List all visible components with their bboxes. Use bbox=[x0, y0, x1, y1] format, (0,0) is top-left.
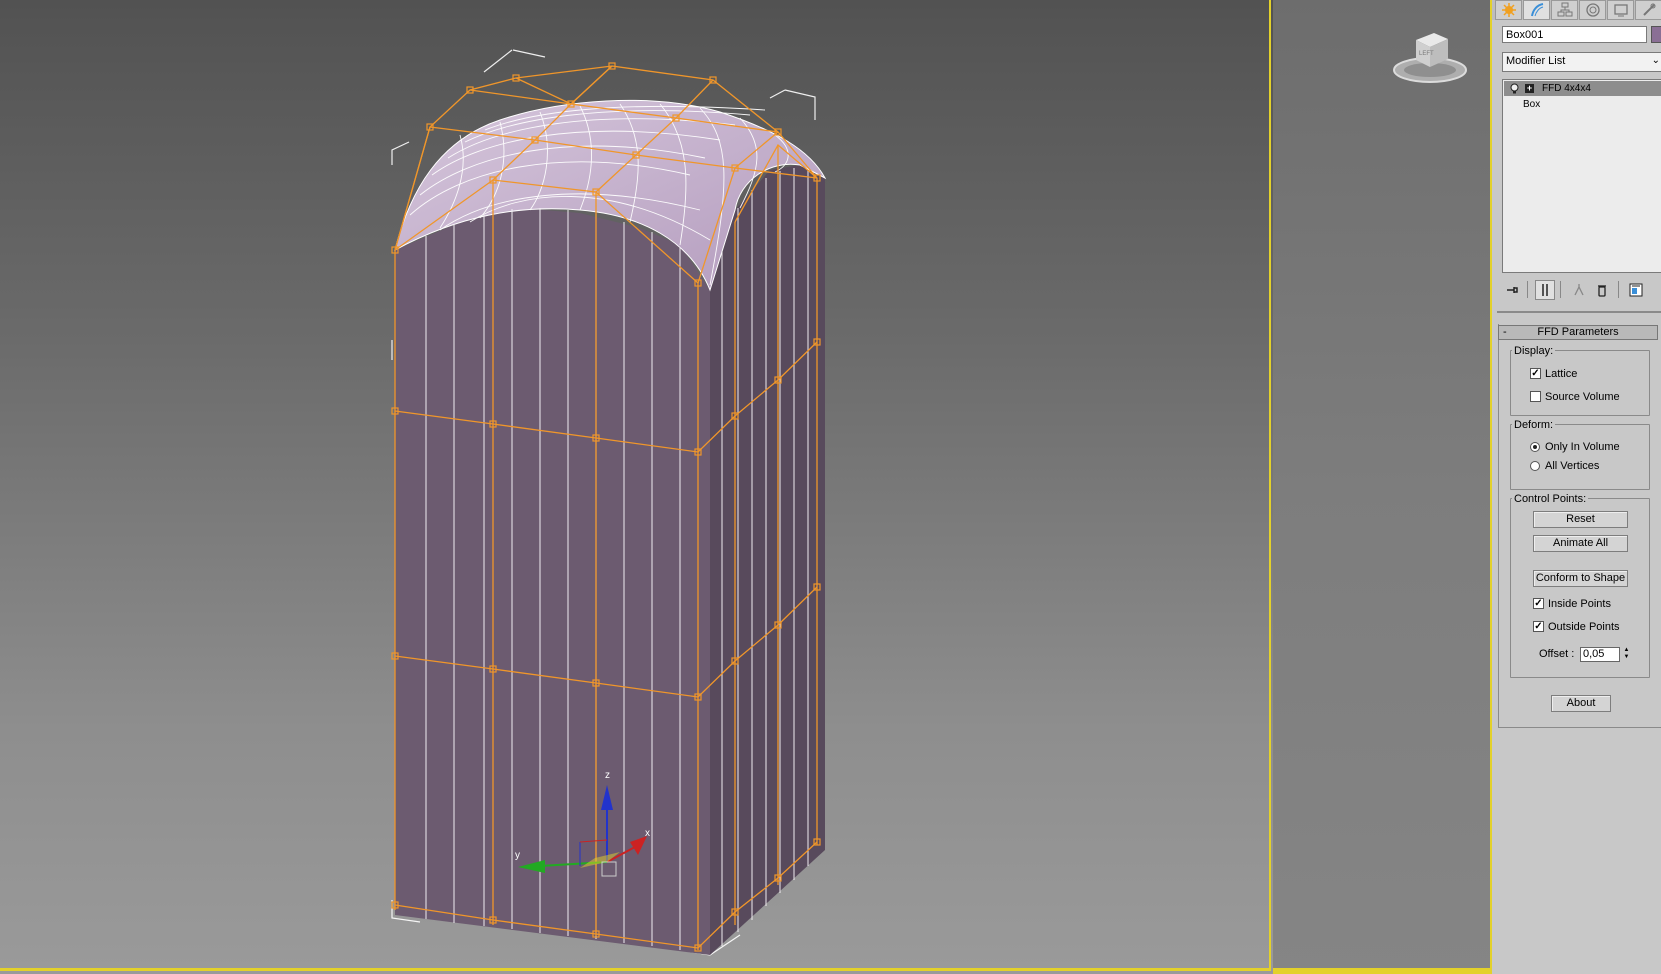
only-in-volume-label: Only In Volume bbox=[1545, 441, 1620, 453]
pin-stack-icon bbox=[1507, 287, 1518, 293]
modify-tab[interactable] bbox=[1523, 0, 1550, 20]
box-front-face bbox=[395, 208, 710, 955]
display-group-label: Display: bbox=[1512, 345, 1556, 357]
offset-label: Offset : bbox=[1539, 648, 1575, 660]
all-vertices-radio[interactable] bbox=[1530, 461, 1540, 471]
stack-toolbar bbox=[1502, 279, 1661, 301]
ffd-parameters-rollout-header[interactable]: - FFD Parameters bbox=[1498, 325, 1658, 340]
outside-points-checkbox[interactable]: ✓ bbox=[1533, 621, 1544, 632]
stack-item-label: Box bbox=[1523, 99, 1541, 110]
about-button[interactable]: About bbox=[1551, 695, 1611, 712]
lattice-checkbox[interactable]: ✓ bbox=[1530, 368, 1541, 379]
stack-item-label: FFD 4x4x4 bbox=[1542, 83, 1591, 94]
display-icon bbox=[1613, 4, 1628, 17]
animate-all-button[interactable]: Animate All bbox=[1533, 535, 1628, 552]
stack-item-ffd[interactable]: + FFD 4x4x4 bbox=[1504, 81, 1661, 96]
motion-tab[interactable] bbox=[1579, 0, 1606, 20]
modifier-stack[interactable]: + FFD 4x4x4 Box bbox=[1502, 79, 1661, 273]
modify-icon bbox=[1530, 3, 1543, 17]
offset-spinner[interactable]: ▲ ▼ bbox=[1622, 647, 1631, 661]
deform-group-label: Deform: bbox=[1512, 419, 1556, 431]
create-icon bbox=[1501, 3, 1516, 17]
hierarchy-tab[interactable] bbox=[1551, 0, 1578, 20]
remove-modifier-button[interactable] bbox=[1592, 280, 1612, 300]
offset-input[interactable]: 0,05 bbox=[1580, 647, 1620, 662]
axis-x-label: x bbox=[645, 828, 650, 839]
all-vertices-label: All Vertices bbox=[1545, 460, 1600, 472]
show-end-result-button[interactable] bbox=[1535, 280, 1555, 300]
command-panel-tabs bbox=[1492, 0, 1661, 20]
source-volume-checkbox[interactable] bbox=[1530, 391, 1541, 402]
configure-modifier-sets-button[interactable] bbox=[1626, 280, 1646, 300]
axis-z-label: z bbox=[605, 770, 610, 781]
show-end-result-icon bbox=[1542, 284, 1548, 296]
control-points-group-label: Control Points: bbox=[1512, 493, 1589, 505]
inside-points-label: Inside Points bbox=[1548, 598, 1611, 610]
modifier-list-label: Modifier List bbox=[1506, 55, 1566, 67]
conform-to-shape-button[interactable]: Conform to Shape bbox=[1533, 570, 1628, 587]
source-volume-label: Source Volume bbox=[1545, 391, 1620, 403]
deform-group bbox=[1510, 424, 1650, 490]
display-group bbox=[1510, 350, 1650, 416]
utilities-tab[interactable] bbox=[1635, 0, 1661, 20]
perspective-viewport[interactable]: z y x LEFT bbox=[0, 0, 1492, 974]
object-color-swatch[interactable] bbox=[1651, 26, 1661, 43]
modifier-list-dropdown[interactable]: Modifier List ⌄ bbox=[1502, 52, 1661, 72]
reset-button[interactable]: Reset bbox=[1533, 511, 1628, 528]
collapse-minus-icon: - bbox=[1503, 326, 1507, 338]
configure-modifier-sets-icon bbox=[1629, 283, 1643, 297]
display-tab[interactable] bbox=[1607, 0, 1634, 20]
motion-icon bbox=[1585, 3, 1600, 17]
chevron-down-icon: ⌄ bbox=[1651, 55, 1660, 66]
secondary-viewport[interactable] bbox=[1273, 0, 1492, 974]
outside-points-label: Outside Points bbox=[1548, 621, 1620, 633]
only-in-volume-radio[interactable] bbox=[1530, 442, 1540, 452]
secondary-viewport-border bbox=[1273, 968, 1492, 974]
make-unique-icon bbox=[1574, 284, 1584, 296]
expand-plus-icon[interactable]: + bbox=[1525, 84, 1534, 93]
hierarchy-icon bbox=[1557, 2, 1572, 17]
viewport-scene[interactable]: z y x bbox=[0, 0, 1492, 974]
rollout-title: FFD Parameters bbox=[1537, 326, 1619, 338]
create-tab[interactable] bbox=[1495, 0, 1522, 20]
inside-points-checkbox[interactable]: ✓ bbox=[1533, 598, 1544, 609]
stack-item-box[interactable]: Box bbox=[1504, 97, 1661, 112]
command-panel: Modifier List ⌄ + FFD 4x4x4 Box bbox=[1490, 0, 1661, 974]
pin-stack-button[interactable] bbox=[1502, 280, 1522, 300]
panel-divider bbox=[1497, 311, 1661, 313]
viewcube-face-label: LEFT bbox=[1419, 51, 1434, 57]
make-unique-button[interactable] bbox=[1569, 280, 1589, 300]
lattice-label: Lattice bbox=[1545, 368, 1578, 380]
lightbulb-icon[interactable] bbox=[1509, 83, 1520, 94]
utilities-icon bbox=[1642, 3, 1655, 16]
viewcube[interactable]: LEFT bbox=[1390, 25, 1470, 87]
axis-y-label: y bbox=[515, 850, 520, 861]
object-name-field[interactable] bbox=[1502, 26, 1647, 43]
remove-modifier-icon bbox=[1598, 285, 1606, 297]
